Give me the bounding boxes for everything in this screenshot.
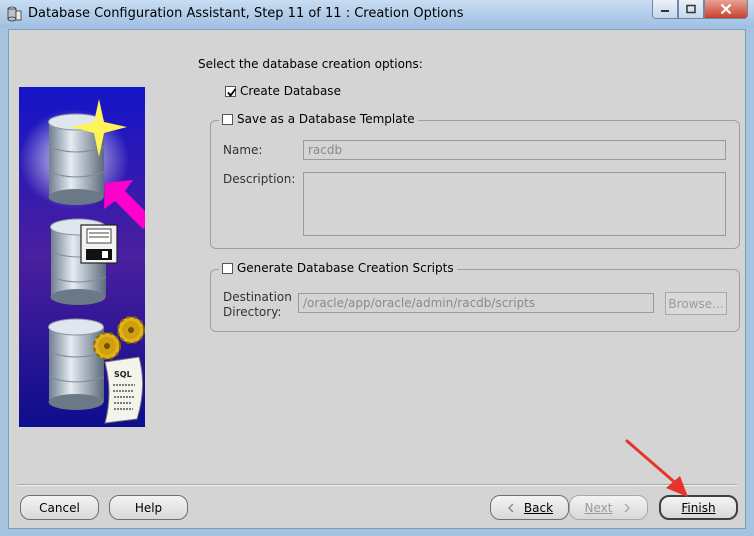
back-button[interactable]: Back (490, 495, 569, 520)
chevron-right-icon (624, 503, 631, 512)
template-name-input[interactable]: racdb (303, 140, 726, 160)
database-cylinder-icon-3 (48, 318, 105, 410)
checkmark-icon (227, 87, 237, 97)
create-database-option[interactable]: Create Database (225, 84, 341, 98)
minimize-icon (661, 10, 669, 12)
back-button-label: Back (523, 500, 554, 515)
close-button[interactable] (704, 0, 748, 19)
next-button-label: Next (584, 500, 613, 515)
description-label: Description: (223, 172, 296, 186)
name-label: Name: (223, 143, 263, 157)
minimize-button[interactable] (652, 0, 678, 19)
create-database-checkbox[interactable] (225, 85, 237, 97)
finish-button-label: Finish (681, 500, 716, 515)
database-template-group: Save as a Database Template Name: racdb … (210, 112, 740, 249)
page-heading: Select the database creation options: (198, 57, 423, 71)
next-button[interactable]: Next (569, 495, 648, 520)
sql-script-icon: SQL (104, 356, 143, 424)
maximize-icon (686, 4, 696, 14)
generate-scripts-option[interactable]: Generate Database Creation Scripts (219, 261, 457, 275)
generate-scripts-checkbox[interactable] (222, 262, 233, 274)
destination-label-line2: Directory: (223, 305, 282, 319)
create-database-label: Create Database (240, 84, 341, 98)
window-title: Database Configuration Assistant, Step 1… (28, 6, 464, 21)
footer-separator (17, 484, 737, 486)
title-bar[interactable]: Database Configuration Assistant, Step 1… (0, 0, 754, 28)
cancel-button[interactable]: Cancel (20, 495, 99, 520)
browse-button[interactable]: Browse... (665, 292, 727, 315)
generate-scripts-label: Generate Database Creation Scripts (237, 261, 454, 275)
wizard-illustration: SQL (19, 87, 153, 427)
finish-button[interactable]: Finish (659, 495, 738, 520)
save-template-label: Save as a Database Template (237, 112, 415, 126)
save-template-option[interactable]: Save as a Database Template (219, 112, 418, 126)
sql-label: SQL (114, 370, 132, 379)
floppy-disk-icon (80, 224, 118, 264)
destination-label-line1: Destination (223, 290, 292, 304)
database-app-icon (6, 6, 22, 22)
template-description-input[interactable] (303, 172, 726, 236)
maximize-button[interactable] (678, 0, 704, 19)
help-button[interactable]: Help (109, 495, 188, 520)
save-template-checkbox[interactable] (222, 113, 233, 125)
chevron-left-icon (507, 503, 514, 512)
destination-directory-input[interactable]: /oracle/app/oracle/admin/racdb/scripts (298, 293, 654, 313)
creation-scripts-group: Generate Database Creation Scripts Desti… (210, 261, 740, 332)
close-icon (720, 3, 732, 15)
wizard-panel: SQL Select the database creation options… (8, 29, 746, 529)
